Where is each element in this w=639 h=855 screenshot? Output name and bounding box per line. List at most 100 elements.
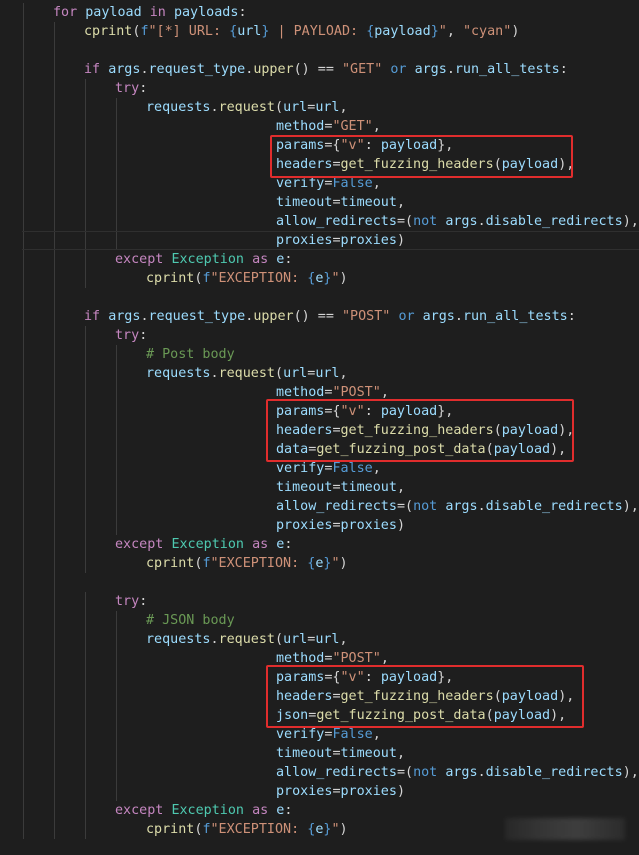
code-line[interactable]: proxies=proxies) <box>0 782 639 801</box>
code-token: or <box>398 309 415 324</box>
code-token: "cyan" <box>462 24 512 39</box>
code-token: " <box>331 271 340 286</box>
code-token: as <box>252 803 269 818</box>
code-token: False <box>332 461 373 476</box>
code-token: , <box>372 176 381 191</box>
code-token: , <box>372 461 381 476</box>
code-token: upper <box>253 309 294 324</box>
code-token: : <box>139 81 148 96</box>
code-token: "EXCEPTION: <box>210 271 308 286</box>
code-line[interactable]: method="GET", <box>0 117 639 136</box>
code-line[interactable]: for payload in payloads: <box>0 3 639 22</box>
code-token: , <box>396 480 405 495</box>
code-token: . <box>477 214 486 229</box>
code-line[interactable]: except Exception as e: <box>0 250 639 269</box>
code-token: request_type <box>148 309 246 324</box>
code-line[interactable]: except Exception as e: <box>0 535 639 554</box>
code-token: url <box>315 366 340 381</box>
code-token: = <box>332 233 341 248</box>
code-token: request <box>218 632 275 647</box>
code-token: Exception <box>171 803 244 818</box>
code-token: allow_redirects <box>276 214 397 229</box>
code-line[interactable]: if args.request_type.upper() == "POST" o… <box>0 307 639 326</box>
code-token: } <box>430 24 439 39</box>
code-token: disable_redirects <box>485 765 623 780</box>
code-token: : <box>559 62 568 77</box>
code-token: verify <box>276 176 325 191</box>
code-token: =( <box>396 499 414 514</box>
code-token: , <box>396 746 405 761</box>
code-token: url <box>315 632 340 647</box>
code-line[interactable]: timeout=timeout, <box>0 744 639 763</box>
code-token: Exception <box>171 537 244 552</box>
code-token: proxies <box>340 518 397 533</box>
code-line[interactable]: proxies=proxies) <box>0 231 639 250</box>
code-line[interactable]: allow_redirects=(not args.disable_redire… <box>0 763 639 782</box>
code-token: except <box>115 803 164 818</box>
code-token: allow_redirects <box>276 499 397 514</box>
code-line[interactable]: timeout=timeout, <box>0 478 639 497</box>
code-token: = <box>332 518 341 533</box>
watermark-blur <box>505 818 625 840</box>
code-line[interactable]: requests.request(url=url, <box>0 630 639 649</box>
code-line[interactable]: # Post body <box>0 345 639 364</box>
code-token: . <box>140 62 149 77</box>
code-line[interactable]: cprint(f"EXCEPTION: {e}") <box>0 554 639 573</box>
code-token: proxies <box>340 784 397 799</box>
code-editor[interactable]: for payload in payloads: cprint(f"[*] URL… <box>0 0 639 855</box>
code-line[interactable]: if args.request_type.upper() == "GET" or… <box>0 60 639 79</box>
code-token: timeout <box>276 195 333 210</box>
code-token: f <box>202 822 211 837</box>
code-token: . <box>477 765 486 780</box>
code-line[interactable] <box>0 573 639 592</box>
code-token: as <box>252 537 269 552</box>
code-token: = <box>332 195 341 210</box>
code-token: "GET" <box>342 62 383 77</box>
highlight-box-post-data <box>266 399 574 462</box>
code-token: " <box>331 822 340 837</box>
code-line[interactable]: proxies=proxies) <box>0 516 639 535</box>
code-line[interactable]: cprint(f"[*] URL: {url} | PAYLOAD: {payl… <box>0 22 639 41</box>
code-token: , <box>339 366 348 381</box>
code-token: # Post body <box>146 347 235 362</box>
code-line[interactable] <box>0 288 639 307</box>
code-token: for <box>53 5 78 20</box>
code-token: request <box>218 366 275 381</box>
code-token: () == <box>293 62 342 77</box>
code-token: = <box>332 784 341 799</box>
code-line[interactable]: try: <box>0 79 639 98</box>
code-line[interactable]: timeout=timeout, <box>0 193 639 212</box>
code-token: args <box>108 309 141 324</box>
code-line[interactable]: cprint(f"EXCEPTION: {e}") <box>0 269 639 288</box>
code-token: , <box>372 727 381 742</box>
code-line[interactable]: allow_redirects=(not args.disable_redire… <box>0 212 639 231</box>
code-token: method <box>276 119 325 134</box>
code-token: args <box>414 62 447 77</box>
code-token: ) <box>339 271 348 286</box>
code-token: ), <box>622 765 639 780</box>
code-line[interactable]: # JSON body <box>0 611 639 630</box>
code-line[interactable]: requests.request(url=url, <box>0 98 639 117</box>
code-token: , <box>380 385 389 400</box>
code-token: allow_redirects <box>276 765 397 780</box>
code-token: . <box>210 632 219 647</box>
code-token: disable_redirects <box>485 499 623 514</box>
code-token: verify <box>276 727 325 742</box>
code-line[interactable]: try: <box>0 326 639 345</box>
code-token: : <box>567 309 576 324</box>
code-line[interactable] <box>0 41 639 60</box>
code-line[interactable]: try: <box>0 592 639 611</box>
code-token: try <box>115 594 140 609</box>
code-token: : <box>284 537 293 552</box>
code-token: timeout <box>340 195 397 210</box>
code-line[interactable]: requests.request(url=url, <box>0 364 639 383</box>
code-line[interactable]: allow_redirects=(not args.disable_redire… <box>0 497 639 516</box>
code-token: not <box>413 499 438 514</box>
code-token: = <box>332 480 341 495</box>
code-token: request_type <box>148 62 246 77</box>
code-token: =( <box>396 765 414 780</box>
code-token: request <box>218 100 275 115</box>
